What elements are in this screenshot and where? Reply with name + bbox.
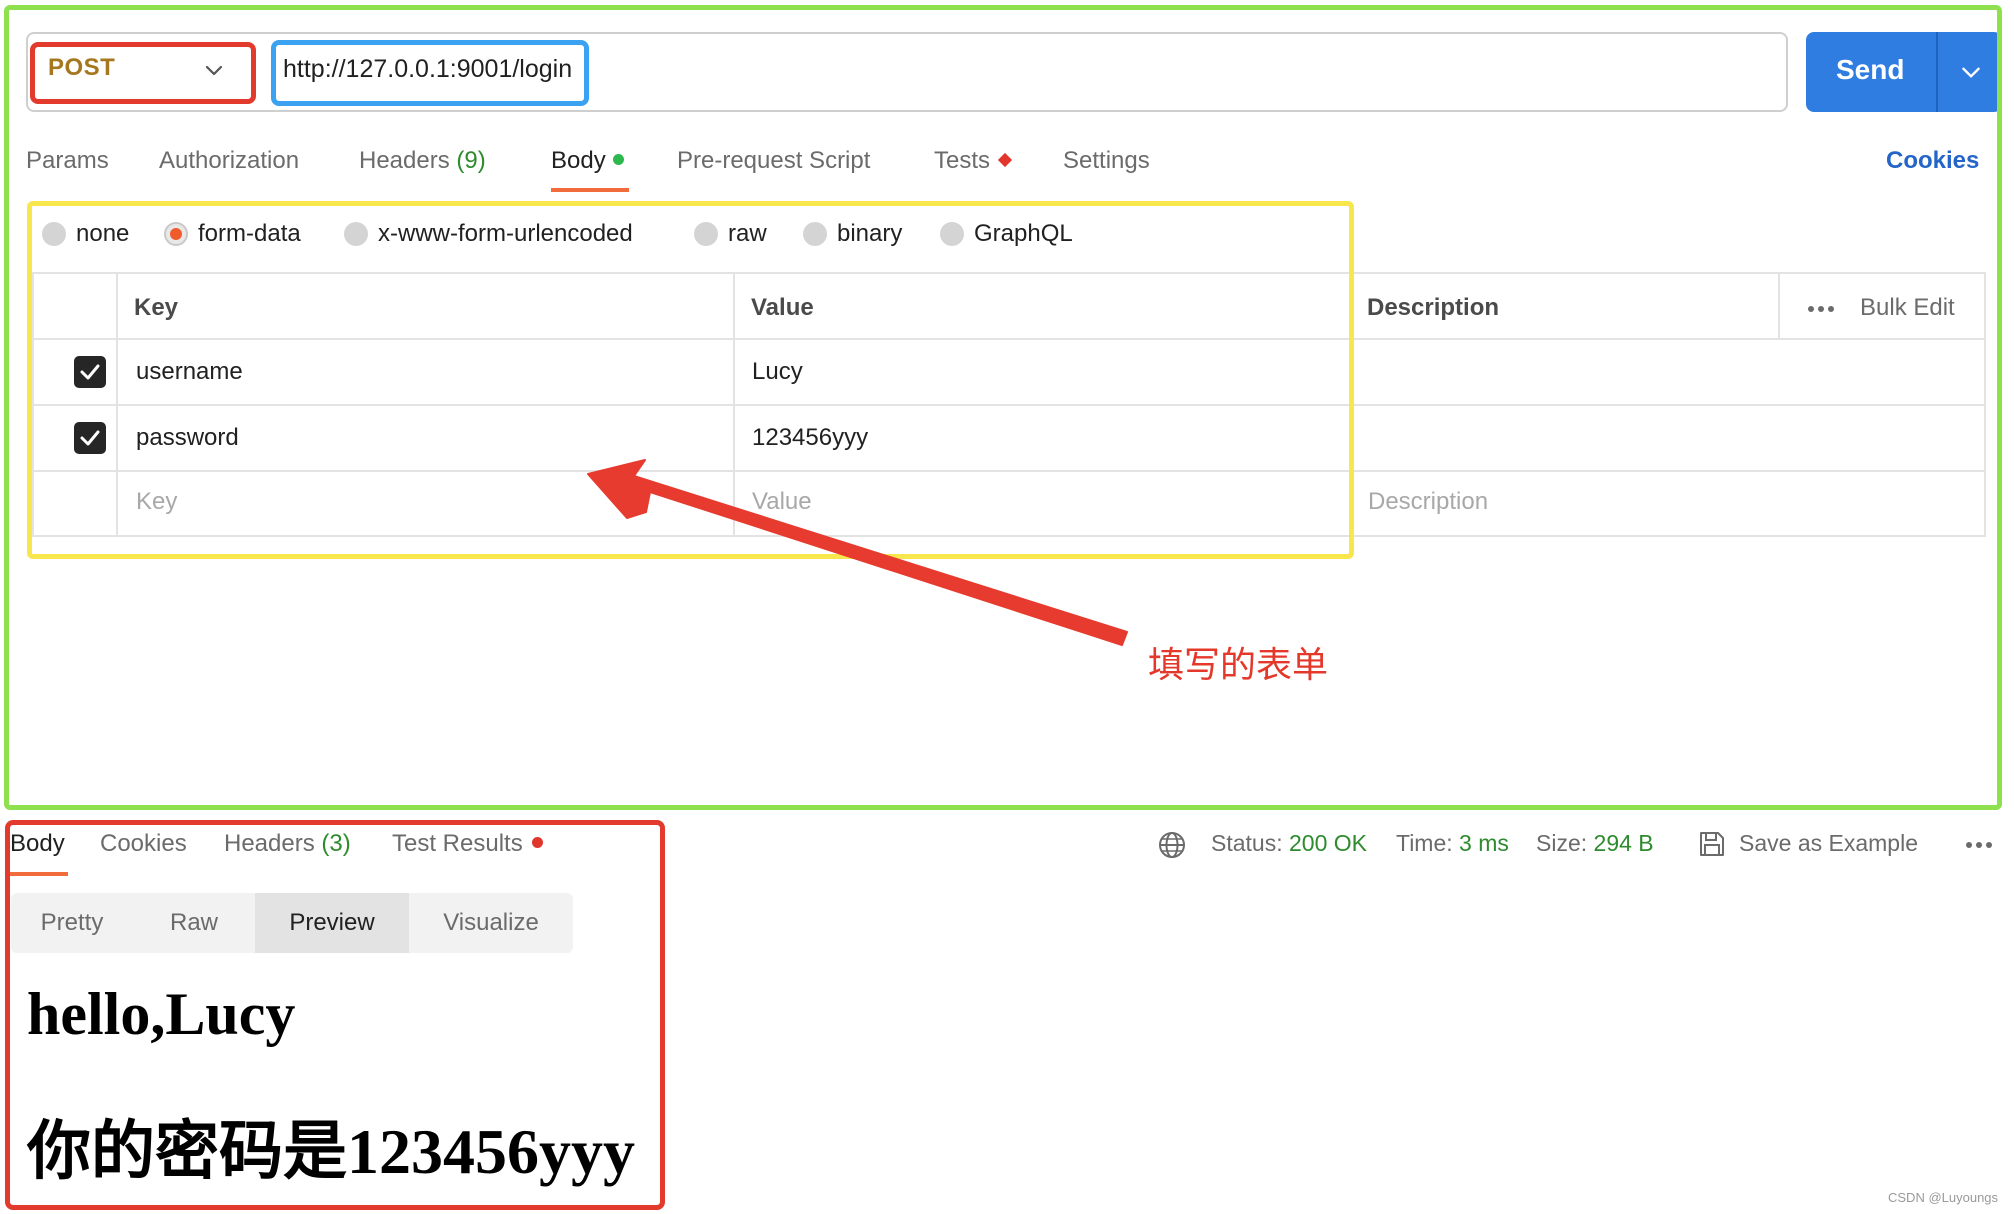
preview-heading-greeting: hello,Lucy [27, 981, 296, 1047]
table-border-top [32, 272, 1986, 274]
view-visualize[interactable]: Visualize [409, 893, 573, 953]
tab-headers-label: Headers [359, 147, 450, 174]
radio-button[interactable] [42, 222, 66, 246]
column-header-value: Value [751, 294, 814, 321]
tab-pre-request-script[interactable]: Pre-request Script [677, 147, 870, 175]
new-value-input[interactable]: Value [752, 488, 812, 516]
table-col-divider [116, 272, 118, 537]
response-tab-headers-label: Headers [224, 830, 315, 857]
radio-label: none [76, 220, 130, 247]
table-row-divider [32, 470, 1986, 472]
method-select[interactable]: POST [48, 54, 115, 82]
response-view-switcher: Pretty Raw Preview Visualize [11, 893, 573, 953]
send-divider [1936, 32, 1938, 112]
table-border-left [32, 272, 34, 537]
body-indicator-dot [612, 154, 624, 166]
annotation-arrow-icon [587, 459, 1128, 646]
tab-body-label: Body [551, 147, 606, 174]
checkmark-icon [80, 430, 100, 446]
table-row-divider [32, 338, 1986, 340]
tab-params[interactable]: Params [26, 147, 109, 175]
row-key[interactable]: username [136, 358, 243, 386]
view-preview[interactable]: Preview [255, 893, 409, 953]
radio-button[interactable] [164, 222, 188, 246]
bulk-edit-button[interactable]: Bulk Edit [1860, 294, 1955, 322]
view-pretty[interactable]: Pretty [11, 893, 133, 953]
response-tab-test-results[interactable]: Test Results [392, 830, 543, 858]
save-as-example-button[interactable]: Save as Example [1739, 830, 1918, 857]
row-value[interactable]: Lucy [752, 358, 803, 386]
checkmark-icon [80, 364, 100, 380]
new-key-input[interactable]: Key [136, 488, 177, 516]
annotation-frame-request [4, 5, 2002, 810]
column-header-key: Key [134, 294, 179, 321]
table-border-right [1984, 272, 1986, 537]
tab-tests[interactable]: Tests [934, 147, 1013, 175]
chevron-down-icon[interactable] [202, 58, 226, 82]
test-results-indicator-dot [531, 837, 543, 849]
response-tab-body[interactable]: Body [10, 830, 65, 858]
size-label: Size: [1536, 830, 1588, 856]
response-time: Time: 3 ms [1396, 830, 1509, 857]
tab-headers[interactable]: Headers (9) [359, 147, 486, 175]
table-border-bottom [32, 535, 1986, 537]
more-options-icon[interactable] [1806, 304, 1836, 314]
tab-body[interactable]: Body [551, 147, 624, 175]
radio-button[interactable] [940, 222, 964, 246]
radio-button[interactable] [803, 222, 827, 246]
table-col-divider [1350, 272, 1352, 537]
column-header-description: Description [1367, 294, 1500, 321]
annotation-caption: 填写的表单 [1148, 645, 1329, 686]
time-value: 3 ms [1459, 830, 1509, 856]
tests-indicator-icon [997, 152, 1013, 167]
response-status: Status: 200 OK [1211, 830, 1367, 857]
tab-tests-label: Tests [934, 147, 991, 174]
response-tab-cookies[interactable]: Cookies [100, 830, 187, 858]
row-checkbox[interactable] [74, 356, 106, 388]
row-value[interactable]: 123456yyy [752, 424, 868, 452]
radio-button[interactable] [694, 222, 718, 246]
table-row-divider [32, 404, 1986, 406]
active-tab-underline [551, 188, 629, 192]
radio-label: x-www-form-urlencoded [378, 220, 633, 247]
row-key[interactable]: password [136, 424, 239, 452]
radio-label: form-data [198, 220, 301, 247]
status-label: Status: [1211, 830, 1283, 856]
preview-heading-password: 你的密码是123456yyy [27, 1116, 635, 1187]
send-button[interactable]: Send [1806, 32, 2002, 112]
save-icon[interactable] [1697, 829, 1727, 859]
active-tab-underline [10, 872, 68, 876]
response-tab-headers[interactable]: Headers (3) [224, 830, 351, 858]
response-tab-test-results-label: Test Results [392, 830, 523, 857]
more-options-icon[interactable] [1964, 840, 1994, 850]
response-size: Size: 294 B [1536, 830, 1654, 857]
cookies-link[interactable]: Cookies [1886, 147, 1979, 175]
row-checkbox[interactable] [74, 422, 106, 454]
table-col-divider [1778, 272, 1780, 338]
view-raw[interactable]: Raw [133, 893, 255, 953]
response-headers-count: (3) [321, 830, 351, 857]
time-label: Time: [1396, 830, 1453, 856]
radio-label: binary [837, 220, 903, 247]
radio-button[interactable] [344, 222, 368, 246]
url-input[interactable]: http://127.0.0.1:9001/login [283, 55, 572, 84]
watermark: CSDN @Luyoungs [1888, 1190, 1999, 1205]
size-value: 294 B [1593, 830, 1654, 856]
globe-icon[interactable] [1157, 830, 1187, 860]
tab-authorization[interactable]: Authorization [159, 147, 299, 175]
radio-label: GraphQL [974, 220, 1073, 247]
status-value: 200 OK [1289, 830, 1367, 856]
tab-settings[interactable]: Settings [1063, 147, 1150, 175]
table-col-divider [733, 272, 735, 537]
new-description-input[interactable]: Description [1368, 488, 1488, 516]
headers-count: (9) [456, 147, 486, 174]
chevron-down-icon[interactable] [1958, 59, 1984, 85]
radio-label: raw [728, 220, 767, 247]
send-button-label: Send [1836, 54, 1905, 85]
